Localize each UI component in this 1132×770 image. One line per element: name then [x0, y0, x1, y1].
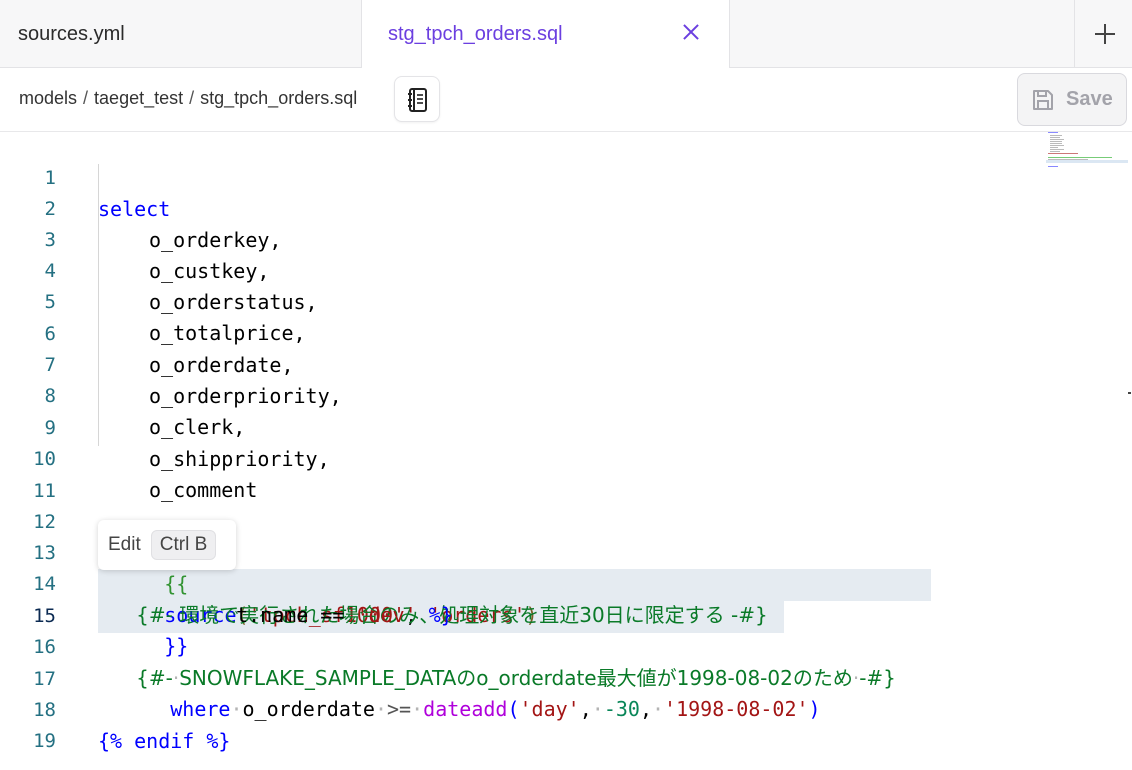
code-line: 19 — [0, 695, 1040, 752]
code-line: 6 o_orderdate, — [0, 288, 1040, 377]
breadcrumb-separator: / — [189, 88, 195, 108]
breadcrumb-item-folder[interactable]: taeget_test — [94, 88, 183, 109]
code-line: 8 o_clerk, — [0, 350, 1040, 439]
breadcrumb: models / taeget_test / stg_tpch_orders.s… — [19, 88, 357, 109]
tab-sources-yml[interactable]: sources.yml — [0, 0, 362, 68]
code-line: 18 {% endif %} — [0, 664, 1040, 753]
breadcrumb-separator: / — [83, 88, 89, 108]
tab-label: stg_tpch_orders.sql — [388, 23, 563, 45]
code-line: 16 where·o_orderdate·>=·dateadd('day',·-… — [0, 601, 1040, 721]
docs-button[interactable] — [394, 76, 440, 122]
tooltip-shortcut: Ctrl B — [150, 530, 217, 560]
code-line: 5 o_totalprice, — [0, 256, 1040, 345]
save-label: Save — [1066, 88, 1113, 110]
token-jinja-tag: {% endif %} — [98, 729, 231, 753]
code-line: 1 select — [0, 132, 1040, 221]
line-number: 19 — [33, 730, 56, 752]
scrollbar-marker[interactable] — [1128, 392, 1131, 394]
close-icon[interactable] — [681, 22, 701, 42]
code-line: 9 o_shippriority, — [0, 382, 1040, 471]
breadcrumb-item-file: stg_tpch_orders.sql — [200, 88, 358, 108]
code-line: 15 {#-·SNOWFLAKE_SAMPLE_DATAのo_orderdate… — [0, 570, 1040, 690]
code-line: 2 o_orderkey, — [0, 163, 1040, 252]
code-line: 17 — [0, 633, 1040, 690]
edit-tooltip[interactable]: Edit Ctrl B — [98, 520, 236, 570]
floppy-disk-icon — [1033, 89, 1053, 110]
code-line: 12 — [0, 476, 1040, 533]
code-line: 11 from {{ source('tpch_sf1000', 'orders… — [0, 445, 1040, 658]
code-line: 10 o_comment — [0, 413, 1040, 502]
tab-bar: sources.yml stg_tpch_orders.sql — [0, 0, 1132, 69]
tooltip-label: Edit — [108, 534, 141, 555]
code-editor[interactable]: 1 select 2 o_orderkey, 3 o_custkey, 4 o_… — [0, 132, 1132, 770]
breadcrumb-item-models[interactable]: models — [19, 88, 77, 109]
minimap[interactable] — [1046, 132, 1130, 172]
notebook-icon — [408, 88, 427, 112]
plus-icon[interactable] — [1074, 0, 1132, 68]
code-line: 7 o_orderpriority, — [0, 319, 1040, 408]
code-line: 4 o_orderstatus, — [0, 225, 1040, 314]
tab-stg-tpch-orders-sql[interactable]: stg_tpch_orders.sql — [362, 0, 730, 69]
breadcrumb-bar: models / taeget_test / stg_tpch_orders.s… — [0, 68, 1132, 132]
code-line: 3 o_custkey, — [0, 194, 1040, 283]
tab-label: sources.yml — [18, 22, 125, 45]
save-button[interactable]: Save — [1017, 73, 1127, 126]
